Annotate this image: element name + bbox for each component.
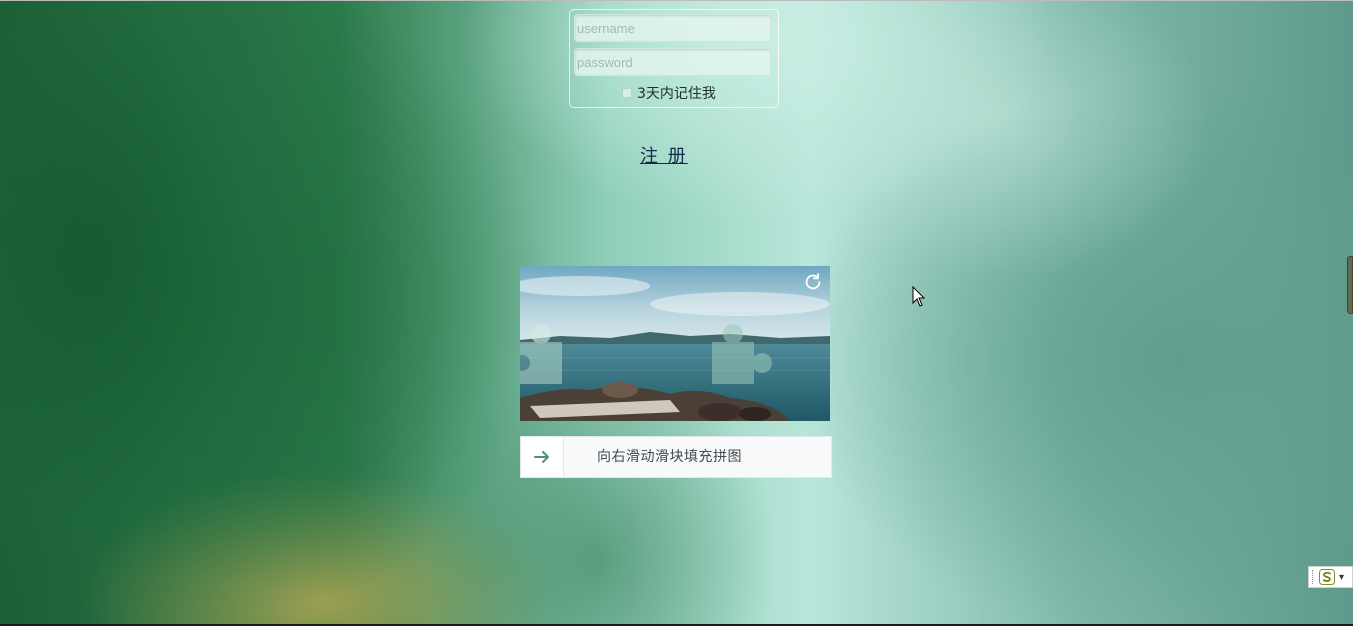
username-input[interactable] [574,14,772,42]
captcha-image [520,266,830,421]
captcha-slider-track: 向右滑动滑块填充拼图 [520,436,832,478]
refresh-icon[interactable] [802,271,824,293]
arrow-right-icon [534,451,549,463]
remember-me-label: 3天内记住我 [637,86,716,102]
side-handle[interactable] [1347,256,1353,314]
captcha-scene [520,266,830,421]
remember-me[interactable]: 3天内记住我 [622,83,716,103]
ime-grip [1312,570,1315,584]
mouse-cursor-icon [912,286,926,307]
captcha-slider-hint: 向右滑动滑块填充拼图 [597,449,742,465]
remember-me-checkbox[interactable] [622,88,632,98]
register-link[interactable]: 注 册 [640,142,688,168]
sogou-ime-icon[interactable] [1319,569,1335,585]
login-page: 3天内记住我 注 册 [0,0,1353,626]
top-border [0,0,1353,1]
login-form: 3天内记住我 [569,9,779,108]
password-input[interactable] [574,48,772,76]
ime-toolbar[interactable]: ▾ [1308,566,1353,588]
chevron-down-icon[interactable]: ▾ [1339,572,1344,583]
captcha-slider-handle[interactable] [521,437,564,477]
